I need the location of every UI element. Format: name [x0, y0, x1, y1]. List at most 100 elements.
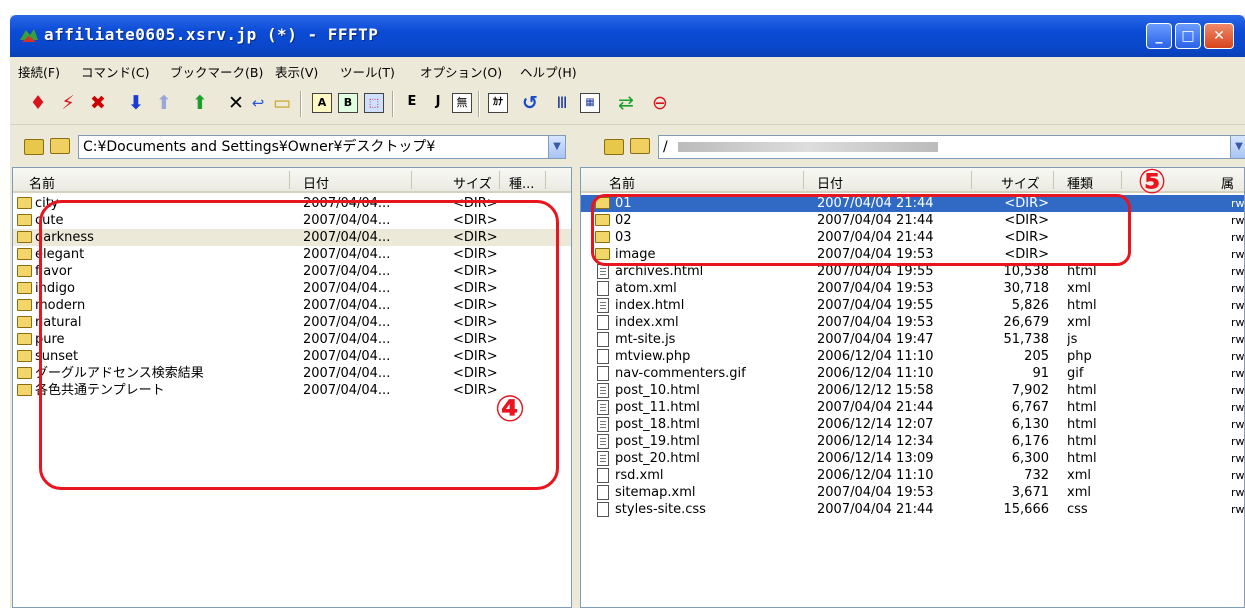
- column-divider[interactable]: [803, 171, 804, 189]
- column-type[interactable]: 種...: [509, 173, 534, 192]
- file-size: 6,176: [1011, 434, 1049, 449]
- file-size: 3,671: [1011, 485, 1049, 500]
- menu-view[interactable]: 表示(V): [275, 62, 318, 81]
- upload-icon[interactable]: ⬆: [152, 91, 176, 115]
- table-row[interactable]: styles-site.css 2007/04/04 21:44 15,666 css…: [581, 501, 1244, 518]
- open-folder-icon[interactable]: [630, 138, 650, 154]
- download-icon[interactable]: ⬇: [124, 91, 148, 115]
- table-row[interactable]: sitemap.xml 2007/04/04 19:53 3,671 xml rw: [581, 484, 1244, 501]
- open-folder-icon[interactable]: [50, 138, 70, 154]
- delete-icon[interactable]: ✕: [224, 91, 248, 115]
- file-icon: [597, 434, 609, 449]
- file-name: nav-commenters.gif: [615, 366, 746, 381]
- detail-icon[interactable]: ▦: [580, 93, 600, 113]
- menu-options[interactable]: オプション(O): [420, 62, 502, 81]
- file-size: 15,666: [1003, 502, 1050, 517]
- table-row[interactable]: post_18.html 2006/12/14 12:07 6,130 html rw: [581, 416, 1244, 433]
- menu-help[interactable]: ヘルプ(H): [520, 62, 577, 81]
- column-name[interactable]: 名前: [29, 173, 55, 192]
- connect-icon[interactable]: ♦: [26, 91, 50, 115]
- file-date: 2006/12/14 12:34: [817, 434, 934, 449]
- table-row[interactable]: mt-site.js 2007/04/04 19:47 51,738 js rw: [581, 331, 1244, 348]
- folder-up-icon[interactable]: [24, 139, 44, 155]
- column-divider[interactable]: [411, 171, 412, 189]
- upload-mirror-icon[interactable]: ⬆: [188, 91, 212, 115]
- minimize-button[interactable]: _: [1146, 23, 1172, 49]
- folder-up-icon[interactable]: [604, 139, 624, 155]
- refresh-icon[interactable]: ↺: [518, 91, 542, 115]
- chevron-down-icon[interactable]: ▼: [548, 136, 565, 158]
- file-name: post_20.html: [615, 451, 700, 466]
- ascii-mode-icon[interactable]: A: [312, 93, 332, 113]
- table-row[interactable]: rsd.xml 2006/12/04 11:10 732 xml rw: [581, 467, 1244, 484]
- local-file-list[interactable]: 名前 日付 サイズ 種... city 2007/04/04... <DIR> cut…: [12, 167, 572, 608]
- file-date: 2007/04/04 19:53: [817, 281, 934, 296]
- table-row[interactable]: post_19.html 2006/12/14 12:34 6,176 html rw: [581, 433, 1244, 450]
- folder-icon: [17, 282, 32, 294]
- table-row[interactable]: post_20.html 2006/12/14 13:09 6,300 html rw: [581, 450, 1244, 467]
- remote-file-list[interactable]: 名前 日付 サイズ 種類 属 01 2007/04/04 21:44 <DIR> rw…: [580, 167, 1245, 608]
- column-divider[interactable]: [289, 171, 290, 189]
- close-button[interactable]: ✕: [1204, 23, 1234, 49]
- folder-icon: [17, 299, 32, 311]
- rename-icon[interactable]: ↩: [246, 91, 270, 115]
- title-bar[interactable]: affiliate0605.xsrv.jp (*) - FFFTP _ □ ✕: [10, 15, 1245, 57]
- annotation-circle-4: [39, 200, 559, 490]
- file-date: 2007/04/04 21:44: [817, 502, 934, 517]
- address-bar: C:¥Documents and Settings¥Owner¥デスクトップ¥ …: [10, 125, 1245, 165]
- file-name: rsd.xml: [615, 468, 664, 483]
- toolbar: ♦ ⚡ ✖ ⬇ ⬆ ⬆ ✕ ↩ ▭ A B ⬚ E J 無 ｶﾅ ↺ Ⅲ ▦ ⇄…: [10, 83, 1245, 125]
- column-divider[interactable]: [971, 171, 972, 189]
- maximize-button[interactable]: □: [1175, 23, 1201, 49]
- file-name: atom.xml: [615, 281, 677, 296]
- file-icon: [597, 417, 609, 432]
- column-date[interactable]: 日付: [303, 173, 329, 192]
- column-divider[interactable]: [499, 171, 500, 189]
- file-icon: [597, 451, 609, 466]
- binary-mode-icon[interactable]: B: [338, 93, 358, 113]
- auto-mode-icon[interactable]: ⬚: [364, 93, 384, 113]
- kanji-jis-icon[interactable]: J: [428, 93, 448, 113]
- mkdir-icon[interactable]: ▭: [270, 91, 294, 115]
- file-attr: rw: [1231, 367, 1245, 380]
- table-row[interactable]: post_10.html 2006/12/12 15:58 7,902 html rw: [581, 382, 1244, 399]
- chevron-down-icon[interactable]: ▼: [1230, 136, 1245, 158]
- table-row[interactable]: nav-commenters.gif 2006/12/04 11:10 91 gif r…: [581, 365, 1244, 382]
- file-icon: [597, 383, 609, 398]
- sync-icon[interactable]: ⇄: [614, 91, 638, 115]
- remote-path-input[interactable]: / ▼: [658, 135, 1245, 159]
- menu-command[interactable]: コマンド(C): [81, 62, 149, 81]
- column-size[interactable]: サイズ: [453, 173, 492, 192]
- table-row[interactable]: index.html 2007/04/04 19:55 5,826 html rw: [581, 297, 1244, 314]
- folder-icon: [17, 333, 32, 345]
- column-divider[interactable]: [1053, 171, 1054, 189]
- list-icon[interactable]: Ⅲ: [550, 91, 574, 115]
- table-row[interactable]: index.xml 2007/04/04 19:53 26,679 xml rw: [581, 314, 1244, 331]
- local-path-input[interactable]: C:¥Documents and Settings¥Owner¥デスクトップ¥ …: [78, 135, 566, 159]
- ffftp-window: affiliate0605.xsrv.jp (*) - FFFTP _ □ ✕ …: [10, 15, 1245, 608]
- menu-connect[interactable]: 接続(F): [18, 62, 60, 81]
- folder-icon: [17, 231, 32, 243]
- menu-bookmark[interactable]: ブックマーク(B): [170, 62, 263, 81]
- table-row[interactable]: atom.xml 2007/04/04 19:53 30,718 xml rw: [581, 280, 1244, 297]
- stop-icon[interactable]: ⊖: [648, 91, 672, 115]
- column-name[interactable]: 名前: [609, 173, 635, 192]
- folder-icon: [17, 350, 32, 362]
- column-size[interactable]: サイズ: [1001, 173, 1040, 192]
- kanji-euc-icon[interactable]: E: [402, 93, 422, 113]
- table-row[interactable]: post_11.html 2007/04/04 21:44 6,767 html rw: [581, 399, 1244, 416]
- table-row[interactable]: mtview.php 2006/12/04 11:10 205 php rw: [581, 348, 1244, 365]
- disconnect-icon[interactable]: ✖: [86, 91, 110, 115]
- quick-connect-icon[interactable]: ⚡: [56, 91, 80, 115]
- column-type[interactable]: 種類: [1067, 173, 1093, 192]
- column-divider[interactable]: [545, 171, 546, 189]
- file-type: html: [1067, 400, 1097, 415]
- toolbar-separator: [392, 91, 394, 117]
- column-attr[interactable]: 属: [1221, 173, 1234, 192]
- column-divider[interactable]: [1121, 171, 1122, 189]
- ffftp-app-icon: [20, 29, 38, 42]
- menu-tools[interactable]: ツール(T): [340, 62, 395, 81]
- column-date[interactable]: 日付: [817, 173, 843, 192]
- kana-convert-icon[interactable]: ｶﾅ: [488, 93, 508, 113]
- kanji-none-icon[interactable]: 無: [452, 93, 472, 113]
